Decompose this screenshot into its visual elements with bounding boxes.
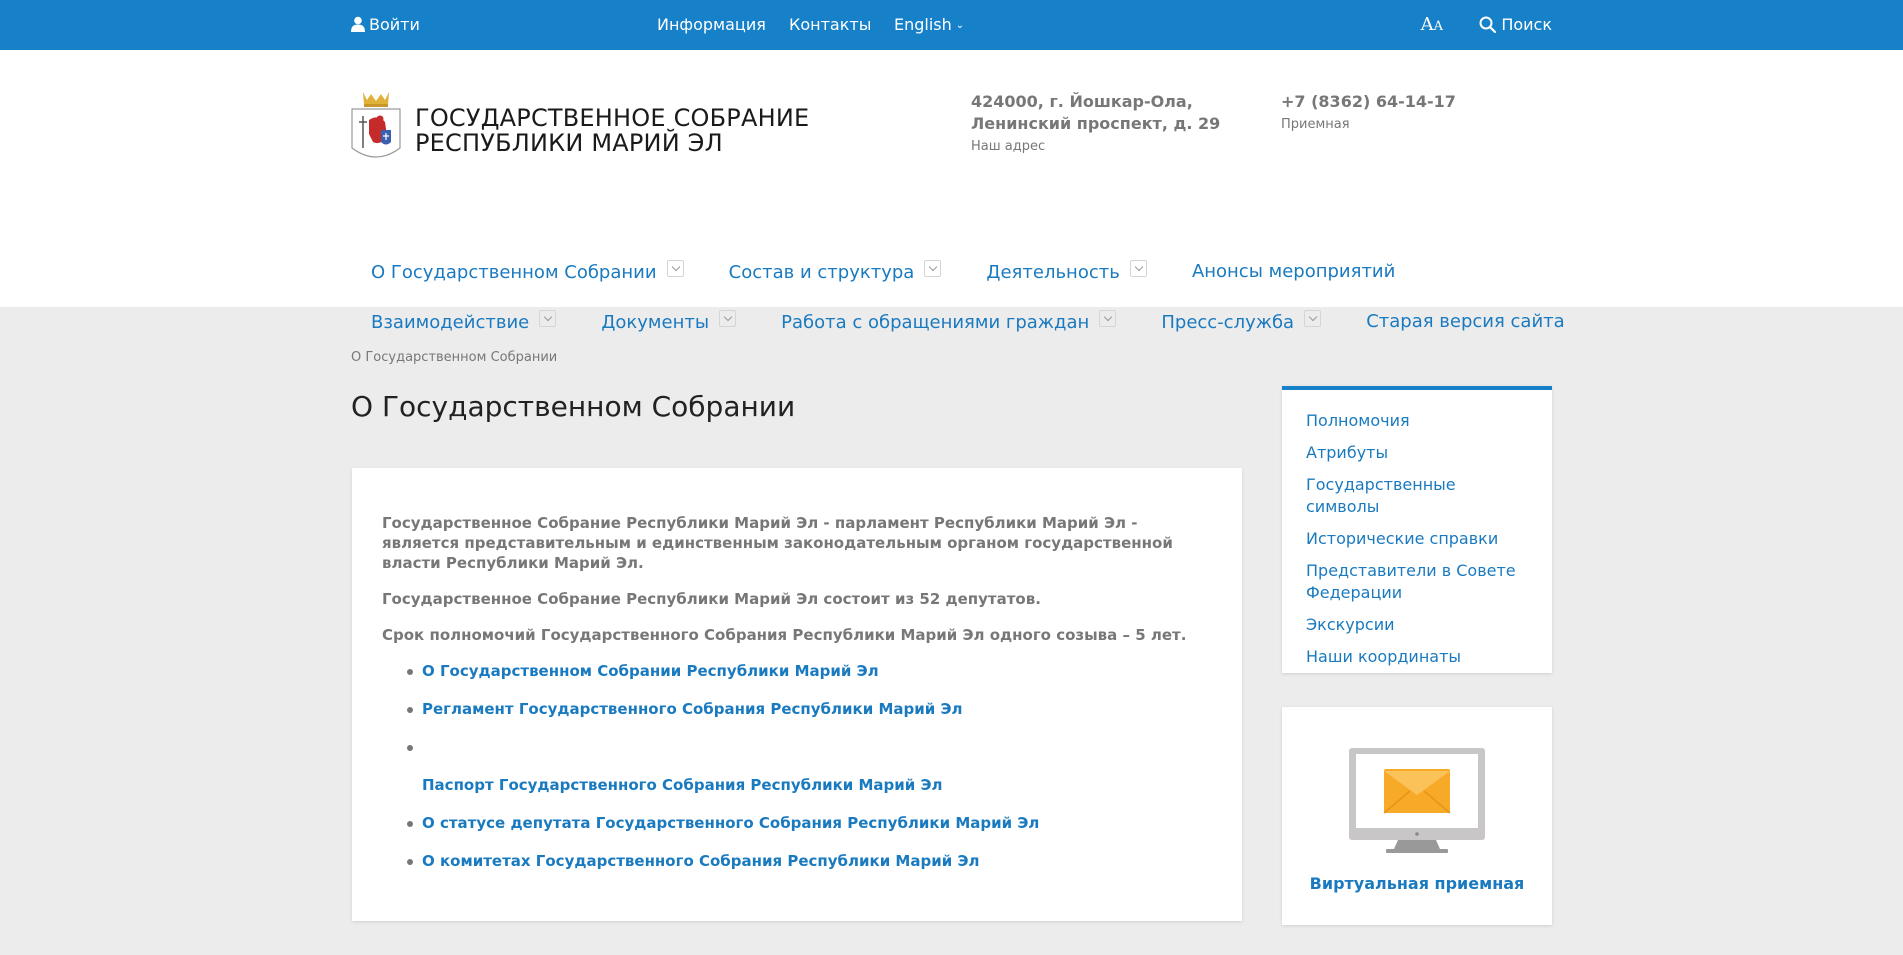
site-title[interactable]: ГОСУДАРСТВЕННОЕ СОБРАНИЕ РЕСПУБЛИКИ МАРИ…	[415, 106, 809, 156]
document-link-about[interactable]: О Государственном Собрании Республики Ма…	[422, 662, 879, 680]
document-link-committees[interactable]: О комитетах Государственного Собрания Ре…	[422, 852, 979, 870]
font-size-large-label: A	[1420, 14, 1434, 35]
address-line2: Ленинский проспект, д. 29	[971, 114, 1221, 133]
list-item: О статусе депутата Государственного Собр…	[382, 813, 1212, 833]
side-menu-item-powers[interactable]: Полномочия	[1306, 410, 1528, 432]
search-icon	[1479, 16, 1497, 34]
phone-caption: Приемная	[1281, 117, 1350, 132]
nav-item-announcements[interactable]: Анонсы мероприятий	[1192, 261, 1395, 282]
address-caption: Наш адрес	[971, 139, 1046, 154]
nav-item-activity[interactable]: Деятельность	[986, 260, 1147, 283]
contacts-link[interactable]: Контакты	[789, 0, 871, 50]
list-item: Регламент Государственного Собрания Респ…	[382, 699, 1212, 719]
chevron-down-icon: ⌄	[955, 20, 965, 31]
nav-item-label: Анонсы мероприятий	[1191, 261, 1396, 282]
side-menu-item-coordinates[interactable]: Наши координаты	[1306, 646, 1528, 668]
side-menu-item-history[interactable]: Исторические справки	[1306, 528, 1528, 550]
site-title-line2: РЕСПУБЛИКИ МАРИЙ ЭЛ	[415, 129, 723, 157]
info-link[interactable]: Информация	[657, 0, 766, 50]
side-menu-item-attributes[interactable]: Атрибуты	[1306, 442, 1528, 464]
phone-number: +7 (8362) 64-14-17	[1281, 92, 1456, 111]
login-label: Войти	[369, 15, 420, 34]
nav-item-label: Деятельность	[986, 262, 1120, 283]
chevron-down-icon[interactable]	[666, 260, 684, 277]
user-icon	[351, 16, 365, 32]
breadcrumb[interactable]: О Государственном Собрании	[351, 350, 557, 365]
side-menu-item-symbols[interactable]: Государственные символы	[1306, 474, 1528, 518]
chevron-down-icon[interactable]	[1129, 260, 1147, 277]
monitor-envelope-icon	[1349, 748, 1485, 853]
document-links-list: О Государственном Собрании Республики Ма…	[382, 661, 1212, 871]
document-link-passport[interactable]: Паспорт Государственного Собрания Респуб…	[422, 776, 943, 794]
login-link[interactable]: Войти	[351, 0, 420, 50]
font-size-small-label: A	[1433, 19, 1443, 34]
virtual-reception-card[interactable]: Виртуальная приемная	[1282, 707, 1552, 925]
side-menu-item-excursions[interactable]: Экскурсии	[1306, 614, 1528, 636]
page-title: О Государственном Собрании	[351, 390, 796, 423]
virtual-reception-label[interactable]: Виртуальная приемная	[1282, 874, 1552, 893]
side-menu-item-federation-council[interactable]: Представители в Совете Федерации	[1306, 560, 1528, 604]
content-area: О Государственном Собрании О Государстве…	[0, 307, 1903, 955]
font-size-toggle[interactable]: AA	[1421, 0, 1443, 50]
phone-block: +7 (8362) 64-14-17 Приемная	[1281, 91, 1456, 132]
language-selector[interactable]: English ⌄	[894, 0, 964, 50]
nav-item-about[interactable]: О Государственном Собрании	[371, 260, 684, 283]
article-card: Государственное Собрание Республики Мари…	[352, 468, 1242, 921]
article-paragraph: Государственное Собрание Республики Мари…	[382, 514, 1173, 572]
search-label: Поиск	[1501, 15, 1552, 34]
article-paragraph: Срок полномочий Государственного Собрани…	[382, 626, 1187, 644]
address-line1: 424000, г. Йошкар-Ола,	[971, 92, 1193, 111]
list-item: О комитетах Государственного Собрания Ре…	[382, 851, 1212, 871]
list-item: О Государственном Собрании Республики Ма…	[382, 661, 1212, 681]
site-title-line1: ГОСУДАРСТВЕННОЕ СОБРАНИЕ	[415, 104, 810, 132]
nav-item-structure[interactable]: Состав и структура	[729, 260, 942, 283]
search-button[interactable]: Поиск	[1479, 0, 1552, 50]
coat-of-arms-icon[interactable]	[351, 90, 401, 166]
language-label: English	[894, 15, 952, 34]
side-menu: Полномочия Атрибуты Государственные симв…	[1282, 386, 1552, 673]
document-link-regulations[interactable]: Регламент Государственного Собрания Респ…	[422, 700, 962, 718]
nav-item-label: О Государственном Собрании	[371, 262, 657, 283]
address-block: 424000, г. Йошкар-Ола, Ленинский проспек…	[971, 91, 1220, 154]
document-link-deputy-status[interactable]: О статусе депутата Государственного Собр…	[422, 814, 1039, 832]
main-nav-row-1: О Государственном Собрании Состав и стру…	[371, 260, 1435, 300]
top-bar: Войти Информация Контакты English ⌄ AA По…	[0, 0, 1903, 50]
article-paragraph: Государственное Собрание Республики Мари…	[382, 590, 1041, 608]
nav-item-label: Состав и структура	[728, 262, 915, 283]
chevron-down-icon[interactable]	[924, 260, 942, 277]
site-header: ГОСУДАРСТВЕННОЕ СОБРАНИЕ РЕСПУБЛИКИ МАРИ…	[0, 50, 1903, 333]
list-item: Паспорт Государственного Собрания Респуб…	[382, 737, 1212, 795]
